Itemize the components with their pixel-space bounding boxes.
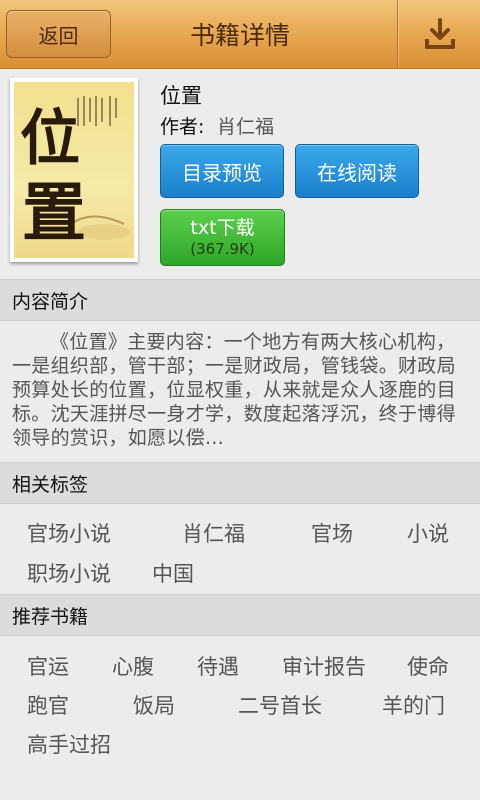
- read-online-button[interactable]: 在线阅读: [295, 144, 419, 198]
- download-button[interactable]: [400, 0, 480, 68]
- toc-preview-button[interactable]: 目录预览: [160, 144, 284, 198]
- cover-title-char-2: 置: [22, 176, 86, 251]
- recommended-heading: 推荐书籍: [0, 594, 480, 636]
- divider: [397, 0, 398, 68]
- recommended-book[interactable]: 使命: [407, 651, 449, 681]
- page-title: 书籍详情: [189, 21, 290, 50]
- book-info: 位 置 位置 作者: 肖仁福 目录预览 在线阅读 txt下载 (367.9K): [0, 68, 480, 278]
- recommended-book[interactable]: 羊的门: [382, 690, 445, 720]
- cover-art: 位 置: [14, 82, 134, 258]
- tag-item[interactable]: 肖仁福: [182, 518, 245, 548]
- tag-item[interactable]: 官场小说: [27, 518, 111, 548]
- download-icon: [425, 18, 455, 49]
- top-bar: 返回 书籍详情: [0, 0, 480, 69]
- recommended-book[interactable]: 待遇: [197, 651, 239, 681]
- txt-download-label: txt下载: [190, 216, 255, 239]
- author-name: 肖仁福: [217, 116, 275, 138]
- recommended-book[interactable]: 跑官: [27, 690, 69, 720]
- recommended-book[interactable]: 二号首长: [238, 690, 322, 720]
- tag-item[interactable]: 小说: [407, 518, 449, 548]
- tag-item[interactable]: 中国: [152, 558, 194, 588]
- tags-heading: 相关标签: [0, 462, 480, 504]
- back-button[interactable]: 返回: [6, 10, 111, 58]
- txt-download-button[interactable]: txt下载 (367.9K): [160, 209, 285, 266]
- summary-heading: 内容简介: [0, 279, 480, 321]
- tag-item[interactable]: 官场: [311, 518, 353, 548]
- author-label: 作者:: [160, 116, 205, 138]
- recommended-book[interactable]: 官运: [27, 651, 69, 681]
- recommended-book[interactable]: 饭局: [133, 690, 175, 720]
- txt-file-size: (367.9K): [190, 239, 255, 258]
- summary-text: 《位置》主要内容：一个地方有两大核心机构，一是组织部，管干部；一是财政局，管钱袋…: [12, 331, 456, 449]
- tag-item[interactable]: 职场小说: [27, 558, 111, 588]
- book-title: 位置: [160, 84, 202, 108]
- recommended-book[interactable]: 心腹: [112, 651, 154, 681]
- book-cover[interactable]: 位 置: [10, 78, 138, 262]
- recommended-book[interactable]: 审计报告: [282, 651, 366, 681]
- recommended-book[interactable]: 高手过招: [27, 729, 111, 759]
